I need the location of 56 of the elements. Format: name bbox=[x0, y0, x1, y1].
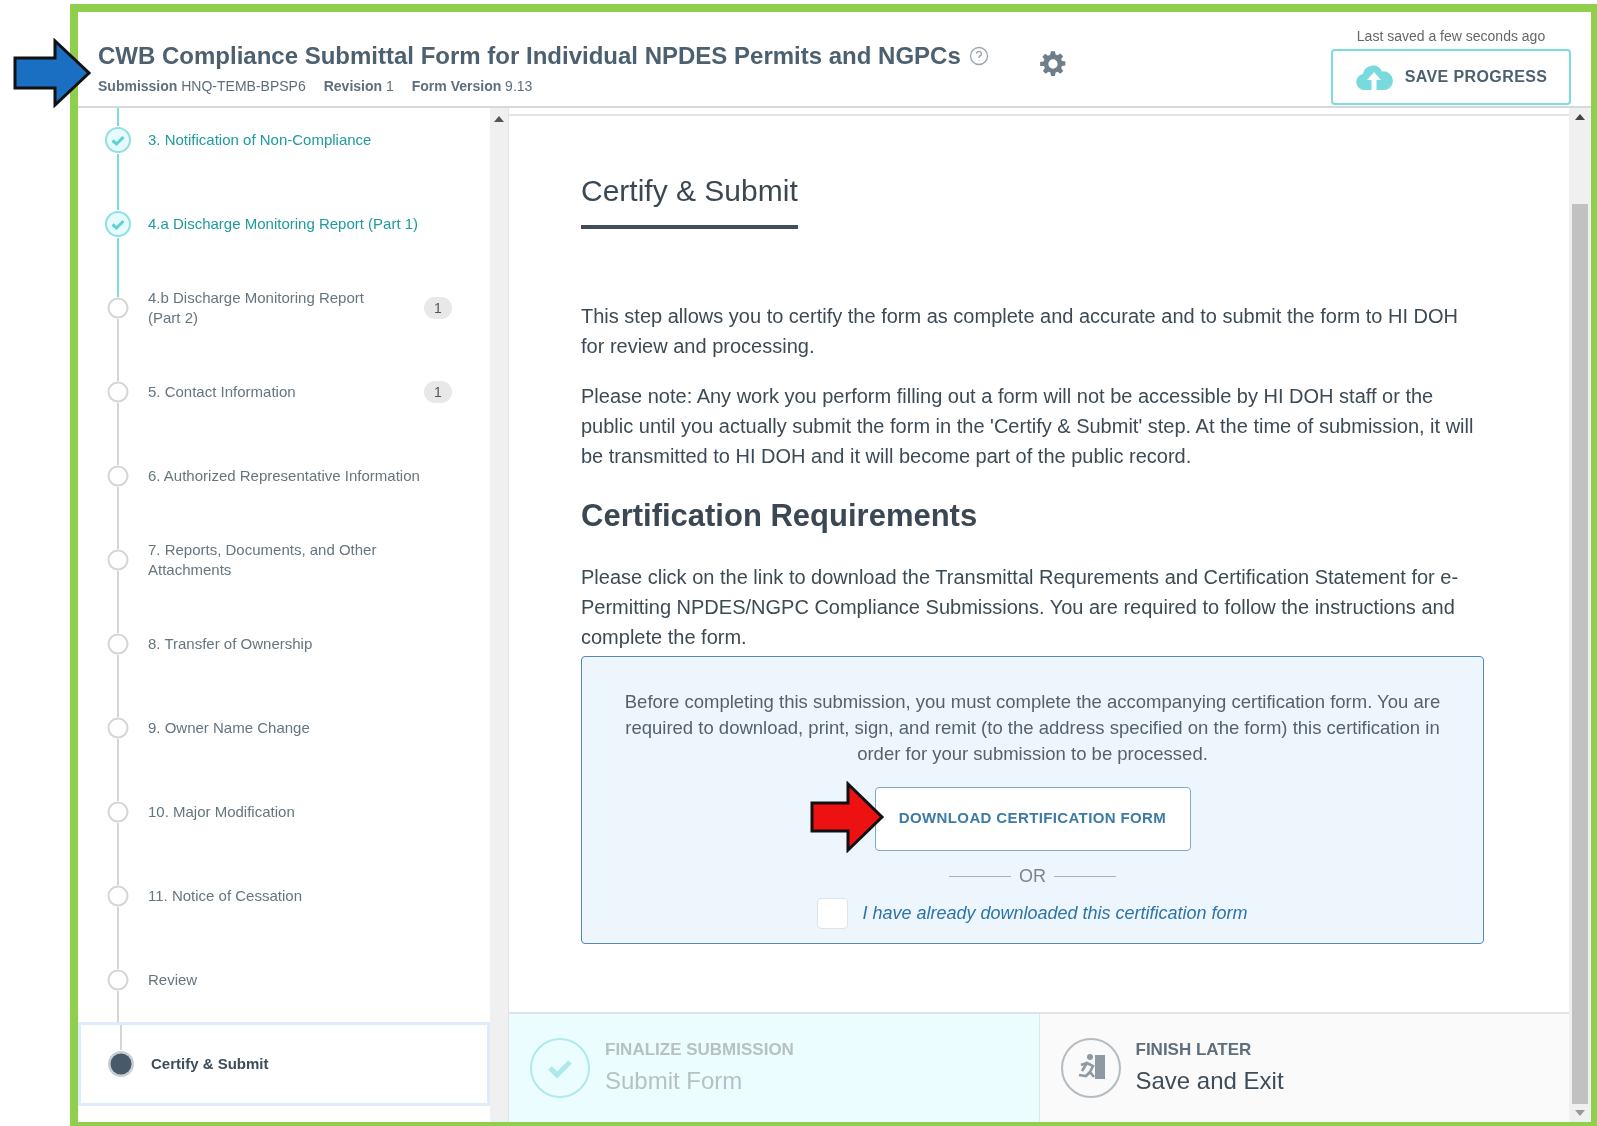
meta-text: Revision 1 bbox=[323, 77, 394, 96]
or-divider-text: OR bbox=[1019, 864, 1046, 888]
step-item[interactable]: 11. Notice of Cessation bbox=[78, 854, 490, 938]
empty-circle-icon bbox=[107, 717, 129, 739]
meta-text: Submission HNQ-TEMB-BPSP6 bbox=[98, 77, 306, 96]
save-progress-button[interactable]: SAVE PROGRESS bbox=[1331, 49, 1571, 105]
page-heading: Certify & Submit bbox=[581, 168, 798, 229]
body-paragraph: This step allows you to certify the form as complete and accurate and to submit the form to HI DOH for review and processing. bbox=[581, 304, 1460, 359]
main-scrollbar[interactable] bbox=[1569, 108, 1591, 1122]
arrow-icon bbox=[808, 780, 885, 853]
step-item[interactable]: 4.b Discharge Monitoring Report (Part 2) 1 bbox=[78, 266, 490, 350]
section-heading: Certification Requirements bbox=[581, 497, 979, 535]
running-exit-icon bbox=[1059, 1037, 1122, 1099]
arrow-icon bbox=[12, 38, 92, 108]
save-and-exit-button[interactable]: FINISH LATER Save and Exit bbox=[1039, 1014, 1569, 1122]
step-item[interactable]: 5. Contact Information 1 bbox=[78, 350, 490, 434]
step-item[interactable]: Certify & Submit bbox=[78, 1022, 490, 1106]
step-item[interactable]: 3. Notification of Non-Compliance bbox=[78, 108, 490, 182]
settings-icon[interactable] bbox=[1038, 50, 1067, 78]
count-badge: 1 bbox=[424, 297, 452, 319]
checkbox-label[interactable]: I have already downloaded this certification form bbox=[862, 899, 1248, 927]
scroll-up-icon[interactable] bbox=[494, 116, 504, 122]
download-certification-button[interactable]: DOWNLOAD CERTIFICATION FORM bbox=[874, 786, 1191, 851]
empty-circle-icon bbox=[107, 633, 129, 655]
empty-circle-icon bbox=[107, 465, 129, 487]
current-step-icon bbox=[107, 1050, 135, 1078]
sidebar-scrollbar[interactable] bbox=[490, 108, 508, 1122]
step-item[interactable]: 9. Owner Name Change bbox=[78, 686, 490, 770]
cloud-upload-icon bbox=[1354, 63, 1393, 91]
step-item[interactable]: 7. Reports, Documents, and Other Attachments bbox=[78, 518, 490, 602]
check-circle-icon bbox=[104, 126, 132, 154]
instructions-text: Please click on the link to download the Transmittal Requrements and Certification Statement for e-Permitting NPDES/NGPC Compliance Submissions. You are required to follow the instructions and complete the form. bbox=[581, 564, 1460, 650]
help-icon[interactable] bbox=[968, 46, 989, 66]
empty-circle-icon bbox=[107, 297, 129, 319]
scroll-up-icon[interactable] bbox=[1575, 114, 1585, 120]
count-badge: 1 bbox=[424, 381, 452, 403]
empty-circle-icon bbox=[107, 885, 129, 907]
meta-text: Form Version 9.13 bbox=[411, 77, 533, 96]
notice-text: Before completing this submission, you must complete the accompanying certification form. You are required to download, print, sign, and remit (to the address specified on the form) this certification in order for your submission to be processed. bbox=[623, 689, 1442, 766]
step-item[interactable]: 4.a Discharge Monitoring Report (Part 1) bbox=[78, 182, 490, 266]
scroll-down-icon[interactable] bbox=[1575, 1110, 1585, 1116]
step-item[interactable]: 10. Major Modification bbox=[78, 770, 490, 854]
step-item[interactable]: 6. Authorized Representative Information bbox=[78, 434, 490, 518]
empty-circle-icon bbox=[107, 549, 129, 571]
check-circle-icon bbox=[529, 1037, 591, 1099]
last-saved-text: Last saved a few seconds ago bbox=[1356, 27, 1546, 46]
empty-circle-icon bbox=[107, 801, 129, 823]
empty-circle-icon bbox=[107, 969, 129, 991]
empty-circle-icon bbox=[107, 381, 129, 403]
step-item[interactable]: Review bbox=[78, 938, 490, 1022]
check-circle-icon bbox=[104, 210, 132, 238]
body-paragraph: Please note: Any work you perform filling out a form will not be accessible by HI DOH staff or the public until you actually submit the form in the 'Certify & Submit' step. At the time of submission, it will be transmitted to HI DOH and it will become part of the public record. bbox=[581, 384, 1475, 469]
form-title: CWB Compliance Submittal Form for Individual NPDES Permits and NGPCs bbox=[98, 41, 961, 71]
step-item[interactable]: 8. Transfer of Ownership bbox=[78, 602, 490, 686]
checkbox[interactable] bbox=[817, 897, 849, 929]
scrollbar-thumb[interactable] bbox=[1572, 204, 1588, 1104]
